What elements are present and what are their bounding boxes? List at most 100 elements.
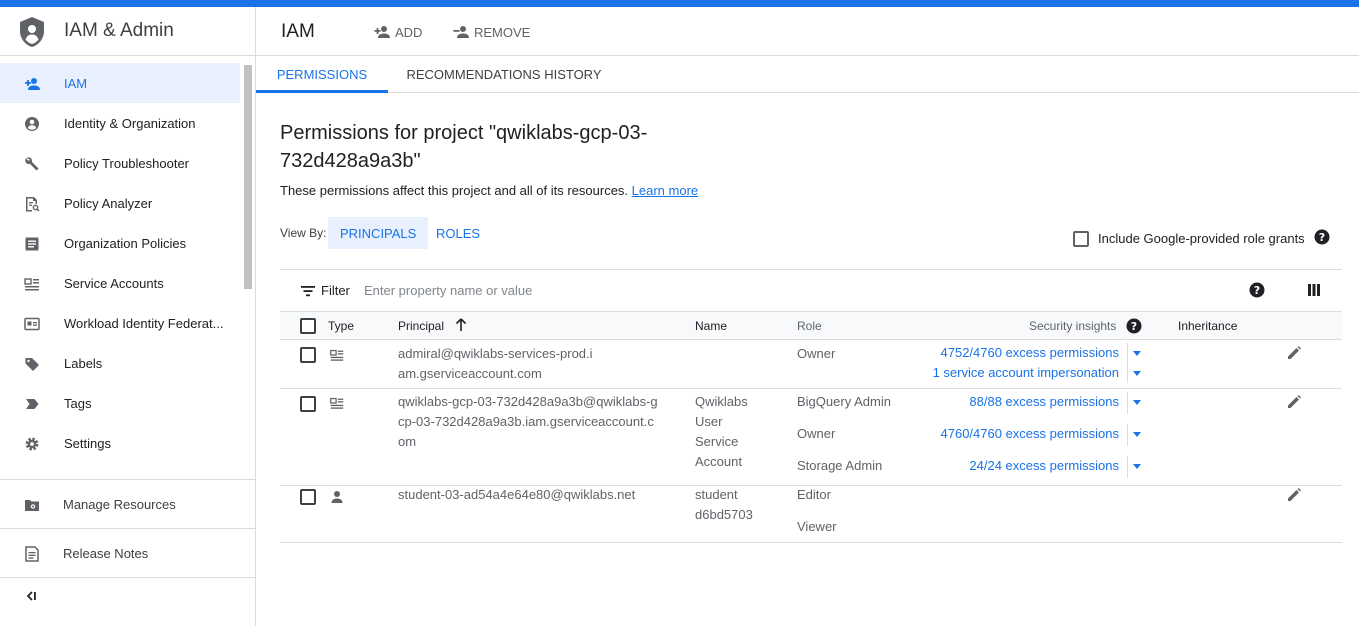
insight-text: 1 service account impersonation (932, 365, 1119, 380)
person-remove-icon (453, 26, 469, 38)
sidebar-item-label: IAM (64, 76, 88, 91)
remove-button-label: REMOVE (474, 24, 531, 40)
help-icon[interactable]: ? (1249, 282, 1265, 298)
view-by-principals-button[interactable]: PRINCIPALS (328, 217, 429, 249)
sidebar: IAM & Admin IAM Identity & Organization … (0, 7, 256, 626)
service-account-icon (330, 397, 344, 409)
google-role-grants-checkbox[interactable] (1073, 231, 1089, 247)
security-insight-link[interactable]: 4752/4760 excess permissions (941, 345, 1120, 360)
divider (1127, 456, 1128, 478)
svg-text:?: ? (1131, 320, 1137, 333)
principal-email: student-03-ad54a4e64e80@qwiklabs.net (398, 487, 636, 502)
role-owner: Owner (797, 346, 836, 361)
sidebar-item-service-accounts[interactable]: Service Accounts (0, 263, 240, 303)
row-checkbox[interactable] (300, 347, 316, 363)
sidebar-item-manage-resources[interactable]: Manage Resources (0, 479, 255, 528)
sidebar-scrollbar[interactable] (244, 65, 252, 289)
sidebar-item-settings[interactable]: Settings (0, 423, 240, 463)
dropdown-arrow-icon[interactable] (1133, 432, 1141, 438)
person-icon (331, 491, 343, 503)
service-account-icon (330, 349, 344, 361)
insight-count: 4760 (940, 426, 970, 441)
sidebar-item-organization-policies[interactable]: Organization Policies (0, 223, 240, 263)
table-row: admiral@qwiklabs-services-prod.iam.gserv… (280, 340, 1342, 389)
insight-text: /4760 excess permissions (969, 345, 1119, 360)
principal-name: Qwiklabs User Service Account (695, 394, 748, 469)
help-icon[interactable]: ? (1126, 318, 1142, 334)
role-editor: Editor (797, 487, 831, 502)
product-title: IAM & Admin (64, 20, 174, 41)
sidebar-header: IAM & Admin (0, 7, 255, 56)
page-header: IAM ADD REMOVE (256, 7, 1359, 56)
sidebar-item-label: Policy Analyzer (64, 196, 153, 211)
label-icon (25, 358, 39, 371)
insight-text: /88 excess permissions (983, 394, 1119, 409)
top-accent-bar (0, 0, 1359, 7)
security-insight-link[interactable]: 1 service account impersonation (933, 365, 1119, 380)
column-name[interactable]: Name (695, 319, 727, 333)
divider (1127, 343, 1128, 383)
column-principal[interactable]: Principal (398, 319, 444, 333)
insight-count: 88 (969, 394, 984, 409)
person-add-icon (25, 78, 40, 90)
tab-permissions[interactable]: PERMISSIONS (256, 56, 388, 93)
wrench-icon (25, 157, 39, 171)
security-insight-link[interactable]: 4760/4760 excess permissions (941, 426, 1120, 441)
permissions-description: These permissions affect this project an… (280, 183, 698, 198)
manage-resources-label: Manage Resources (63, 497, 176, 512)
view-by-label: View By: (280, 226, 327, 240)
sidebar-item-identity-organization[interactable]: Identity & Organization (0, 103, 240, 143)
sidebar-item-workload-identity-federation[interactable]: Workload Identity Federat... (0, 303, 240, 343)
id-card-icon (24, 317, 40, 331)
sort-arrow-up-icon[interactable] (454, 318, 468, 332)
divider (1127, 424, 1128, 446)
filter-label: Filter (321, 283, 350, 298)
principal-name: student d6bd5703 (695, 487, 753, 522)
collapse-sidebar-icon[interactable] (24, 589, 38, 603)
sidebar-item-label: Settings (64, 436, 111, 451)
shield-icon (20, 17, 44, 47)
table-row: student-03-ad54a4e64e80@qwiklabs.net stu… (280, 486, 1342, 543)
edit-pencil-icon[interactable] (1286, 394, 1302, 410)
principal-email: qwiklabs-gcp-03-732d428a9a3b@qwiklabs-gc… (398, 394, 658, 449)
sidebar-item-label: Organization Policies (64, 236, 187, 251)
row-checkbox[interactable] (300, 396, 316, 412)
view-by-roles-button[interactable]: ROLES (424, 217, 492, 249)
dropdown-arrow-icon[interactable] (1133, 371, 1141, 377)
edit-pencil-icon[interactable] (1286, 345, 1302, 361)
dropdown-arrow-icon[interactable] (1133, 464, 1141, 470)
sidebar-item-label: Policy Troubleshooter (64, 156, 190, 171)
release-notes-label: Release Notes (63, 546, 149, 561)
service-account-icon (24, 278, 39, 291)
sidebar-item-tags[interactable]: Tags (0, 383, 240, 423)
sidebar-item-release-notes[interactable]: Release Notes (0, 528, 255, 577)
edit-pencil-icon[interactable] (1286, 487, 1302, 503)
tab-recommendations-history[interactable]: RECOMMENDATIONS HISTORY (402, 56, 606, 92)
description-text: These permissions affect this project an… (280, 183, 629, 198)
sidebar-item-policy-analyzer[interactable]: Policy Analyzer (0, 183, 240, 223)
security-insight-link[interactable]: 88/88 excess permissions (969, 394, 1119, 409)
select-all-checkbox[interactable] (300, 318, 316, 334)
filter-input[interactable]: Enter property name or value (364, 283, 532, 298)
sidebar-item-iam[interactable]: IAM (0, 63, 240, 103)
sidebar-item-policy-troubleshooter[interactable]: Policy Troubleshooter (0, 143, 240, 183)
svg-text:?: ? (1254, 284, 1260, 297)
sidebar-nav: IAM Identity & Organization Policy Troub… (0, 63, 255, 463)
row-checkbox[interactable] (300, 489, 316, 505)
insight-text: /4760 excess permissions (969, 426, 1119, 441)
column-type[interactable]: Type (328, 319, 354, 333)
dropdown-arrow-icon[interactable] (1133, 400, 1141, 406)
remove-button[interactable]: REMOVE (452, 22, 530, 42)
page-title: IAM (281, 21, 315, 42)
add-button[interactable]: ADD (373, 22, 422, 42)
learn-more-link[interactable]: Learn more (632, 183, 698, 198)
column-display-icon[interactable] (1307, 283, 1321, 297)
divider (1127, 392, 1128, 414)
sidebar-item-labels[interactable]: Labels (0, 343, 240, 383)
insight-count: 24 (969, 458, 984, 473)
release-notes-icon (25, 546, 39, 562)
help-icon[interactable]: ? (1314, 229, 1330, 245)
security-insight-link[interactable]: 24/24 excess permissions (969, 458, 1119, 473)
folder-settings-icon (25, 500, 39, 511)
dropdown-arrow-icon[interactable] (1133, 351, 1141, 357)
